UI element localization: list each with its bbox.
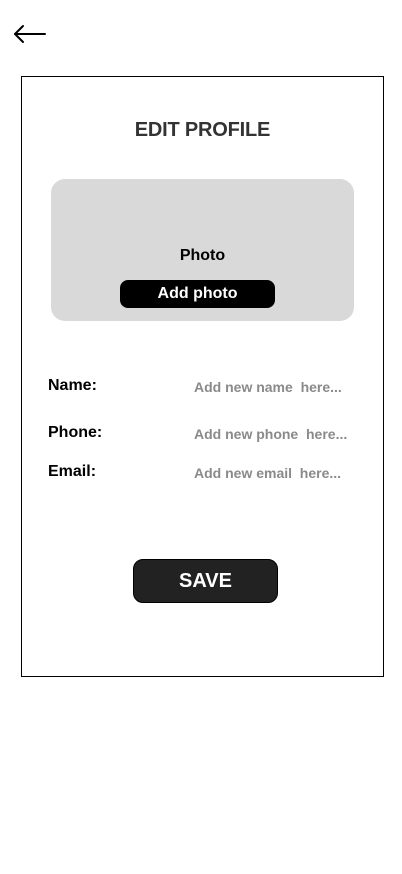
phone-field-row: Phone: [48, 424, 368, 446]
back-button[interactable] [12, 22, 48, 46]
email-label: Email: [48, 463, 97, 480]
phone-input[interactable] [194, 424, 366, 444]
page-title: EDIT PROFILE [134, 119, 271, 141]
arrow-left-icon [12, 22, 48, 46]
phone-label: Phone: [48, 424, 103, 441]
save-button[interactable]: SAVE [133, 559, 278, 603]
name-field-row: Name: [48, 377, 368, 399]
photo-label: Photo [179, 247, 226, 264]
email-field-row: Email: [48, 463, 368, 485]
name-input[interactable] [194, 377, 366, 397]
add-photo-button[interactable]: Add photo [120, 280, 275, 308]
email-input[interactable] [194, 463, 366, 483]
photo-placeholder: Photo Add photo [51, 179, 354, 321]
edit-profile-card: EDIT PROFILE Photo Add photo Name: Phone… [21, 76, 384, 677]
name-label: Name: [48, 377, 97, 394]
